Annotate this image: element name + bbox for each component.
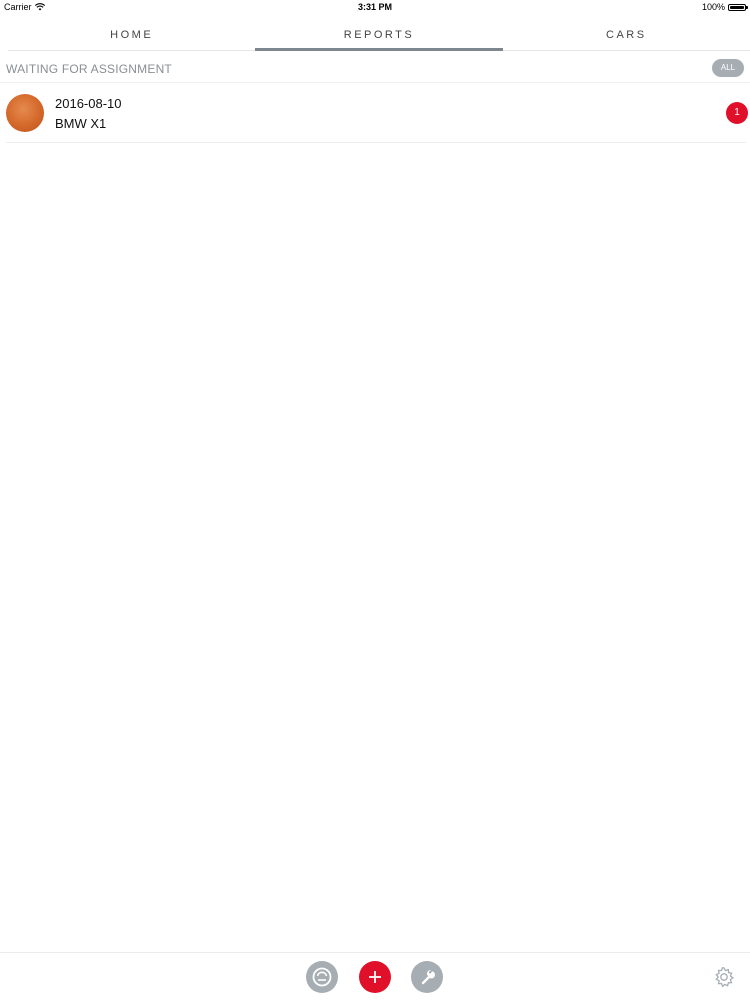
tab-home[interactable]: HOME bbox=[8, 22, 255, 50]
list-item[interactable]: 2016-08-10 BMW X1 1 bbox=[6, 84, 748, 143]
tab-reports[interactable]: REPORTS bbox=[255, 22, 503, 51]
bottom-toolbar bbox=[0, 952, 750, 1001]
gauge-icon bbox=[312, 967, 332, 987]
wrench-button[interactable] bbox=[411, 961, 443, 993]
status-right: 100% bbox=[701, 2, 748, 12]
add-button[interactable] bbox=[359, 961, 391, 993]
settings-button[interactable] bbox=[712, 965, 736, 989]
section-header: WAITING FOR ASSIGNMENT ALL bbox=[0, 56, 750, 83]
battery-icon bbox=[728, 3, 748, 11]
battery-label: 100% bbox=[701, 2, 725, 12]
gauge-button[interactable] bbox=[306, 961, 338, 993]
tab-cars[interactable]: CARS bbox=[503, 22, 750, 50]
item-date: 2016-08-10 bbox=[55, 96, 122, 111]
status-time: 3:31 PM bbox=[357, 2, 392, 12]
tab-bar: HOME REPORTS CARS bbox=[8, 22, 750, 51]
gear-icon bbox=[715, 966, 735, 988]
avatar bbox=[6, 94, 44, 132]
section-title: WAITING FOR ASSIGNMENT bbox=[6, 62, 172, 76]
wrench-icon bbox=[421, 969, 435, 985]
status-bar: Carrier 3:31 PM 100% bbox=[0, 0, 750, 14]
item-car: BMW X1 bbox=[55, 116, 107, 131]
count-badge: 1 bbox=[726, 102, 748, 124]
plus-icon bbox=[369, 971, 381, 983]
all-button[interactable]: ALL bbox=[712, 59, 744, 77]
